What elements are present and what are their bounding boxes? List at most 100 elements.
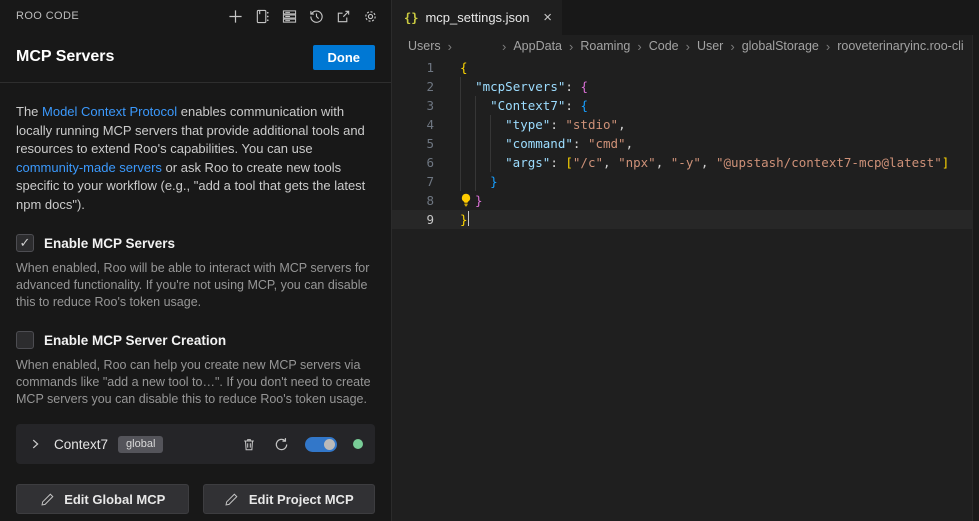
code-token: "type" (505, 117, 550, 132)
enable-mcp-servers-description: When enabled, Roo will be able to intera… (16, 260, 375, 311)
done-button[interactable]: Done (313, 45, 376, 70)
code-line-9[interactable]: 9} (392, 210, 979, 229)
intro-link[interactable]: community-made servers (16, 160, 162, 175)
editor-scrollbar[interactable] (972, 35, 979, 521)
server-status-dot (353, 439, 363, 449)
indent-guide (460, 153, 461, 172)
code-token: , (603, 155, 618, 170)
code-token: "npx" (618, 155, 656, 170)
panel-header: ROO CODE (0, 0, 391, 32)
indent-guide (460, 115, 461, 134)
breadcrumb-item[interactable]: rooveterinaryinc.roo-cli (837, 39, 963, 53)
breadcrumb-item[interactable]: Code (649, 39, 679, 53)
code-token: ] (942, 155, 950, 170)
code-line-3[interactable]: 3 "Context7": { (392, 96, 979, 115)
breadcrumb-item[interactable]: Roaming (580, 39, 630, 53)
intro-link[interactable]: Model Context Protocol (42, 104, 177, 119)
indent-guide (460, 134, 461, 153)
code-token: { (580, 98, 588, 113)
code-token: : (550, 117, 565, 132)
edit-project-label: Edit Project MCP (249, 492, 354, 507)
indent-guide (490, 115, 491, 134)
code-line-6[interactable]: 6 "args": ["/c", "npx", "-y", "@upstash/… (392, 153, 979, 172)
indent-guide (475, 153, 476, 172)
indent-guide (475, 96, 476, 115)
code-token: } (475, 193, 483, 208)
delete-server-icon[interactable] (241, 436, 257, 452)
plus-icon[interactable] (227, 8, 244, 25)
enable-mcp-creation-description: When enabled, Roo can help you create ne… (16, 357, 375, 408)
close-tab-icon[interactable]: × (543, 10, 552, 25)
code-token: "-y" (671, 155, 701, 170)
json-file-icon: {} (404, 11, 418, 25)
line-number: 6 (392, 153, 434, 172)
indent-guide (460, 172, 461, 191)
restart-server-icon[interactable] (273, 436, 289, 452)
edit-global-mcp-button[interactable]: Edit Global MCP (16, 484, 189, 514)
indent-guide (490, 134, 491, 153)
code-token: , (618, 117, 626, 132)
breadcrumb-separator: › (826, 39, 830, 54)
code-line-5[interactable]: 5 "command": "cmd", (392, 134, 979, 153)
breadcrumb: Users › › AppData › Roaming › Code › User › globalS… (392, 35, 979, 57)
server-name[interactable]: Context7 (54, 437, 108, 452)
breadcrumb-separator: › (448, 39, 452, 54)
code-token: , (626, 136, 634, 151)
indent-guide (475, 134, 476, 153)
page-title: MCP Servers (16, 48, 114, 66)
breadcrumb-item[interactable]: AppData (513, 39, 562, 53)
roo-code-panel: ROO CODE MCP Servers Done The Model Cont… (0, 0, 391, 521)
code-token: "cmd" (588, 136, 626, 151)
code-token: } (460, 212, 468, 227)
breadcrumb-separator: › (730, 39, 734, 54)
code-line-4[interactable]: 4 "type": "stdio", (392, 115, 979, 134)
line-number: 2 (392, 77, 434, 96)
enable-mcp-creation-checkbox[interactable] (16, 331, 34, 349)
panel-toolbar (227, 8, 379, 25)
code-token: "stdio" (565, 117, 618, 132)
code-token: "Context7" (490, 98, 565, 113)
code-token: "args" (505, 155, 550, 170)
code-line-2[interactable]: 2 "mcpServers": { (392, 77, 979, 96)
code-line-1[interactable]: 1{ (392, 58, 979, 77)
code-token: : (565, 98, 580, 113)
server-stack-icon[interactable] (281, 8, 298, 25)
code-line-7[interactable]: 7 } (392, 172, 979, 191)
enable-mcp-servers-section: ✓ Enable MCP Servers When enabled, Roo w… (16, 234, 375, 311)
breadcrumb-item[interactable]: User (697, 39, 723, 53)
line-number: 1 (392, 58, 434, 77)
chevron-right-icon[interactable] (28, 436, 44, 452)
code-token: , (656, 155, 671, 170)
intro-text: The (16, 104, 42, 119)
breadcrumb-separator: › (637, 39, 641, 54)
edit-project-mcp-button[interactable]: Edit Project MCP (203, 484, 376, 514)
line-number: 7 (392, 172, 434, 191)
line-number: 9 (392, 210, 434, 229)
tab-bar: {} mcp_settings.json × (392, 0, 979, 35)
enable-mcp-servers-checkbox[interactable]: ✓ (16, 234, 34, 252)
breadcrumb-item[interactable]: Users (408, 39, 441, 53)
history-icon[interactable] (308, 8, 325, 25)
notebook-icon[interactable] (254, 8, 271, 25)
code-lines[interactable]: 1{2 "mcpServers": {3 "Context7": {4 "typ… (392, 57, 979, 229)
gear-icon[interactable] (362, 8, 379, 25)
edit-buttons-row: Edit Global MCP Edit Project MCP (16, 484, 375, 514)
text-cursor (468, 211, 469, 226)
tab-filename: mcp_settings.json (425, 10, 529, 25)
edit-global-label: Edit Global MCP (64, 492, 165, 507)
tab-mcp-settings-json[interactable]: {} mcp_settings.json × (392, 0, 562, 35)
code-token: { (460, 60, 468, 75)
indent-guide (475, 172, 476, 191)
breadcrumb-separator: › (502, 39, 506, 54)
code-token: { (580, 79, 588, 94)
server-scope-badge: global (118, 436, 163, 453)
code-token: "command" (505, 136, 573, 151)
server-enabled-toggle[interactable] (305, 437, 337, 452)
code-line-8[interactable]: 8} (392, 191, 979, 210)
title-row: MCP Servers Done (0, 32, 391, 82)
breadcrumb-separator: › (686, 39, 690, 54)
editor-group: {} mcp_settings.json × Users › › AppData › Ro… (391, 0, 979, 521)
vscode-window: ROO CODE MCP Servers Done The Model Cont… (0, 0, 979, 521)
open-external-icon[interactable] (335, 8, 352, 25)
breadcrumb-item[interactable]: globalStorage (742, 39, 819, 53)
